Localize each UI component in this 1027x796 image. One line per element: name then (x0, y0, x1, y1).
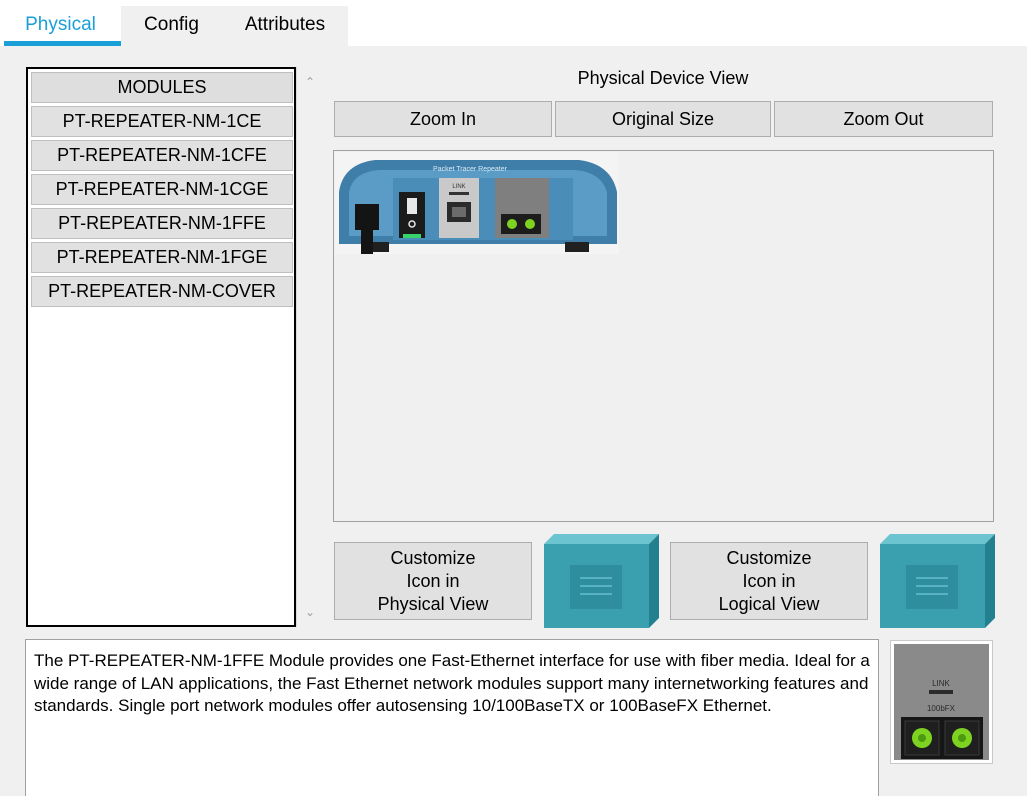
repeater-device-image[interactable]: Packet Tracer Repeater LINK (335, 152, 619, 254)
customize-logical-line3: Logical View (718, 594, 820, 614)
customize-physical-icon-button[interactable]: Customize Icon in Physical View (334, 542, 532, 620)
physical-device-view-area[interactable]: Packet Tracer Repeater LINK (333, 150, 994, 522)
tab-attributes[interactable]: Attributes (222, 6, 348, 46)
modules-scrollbar[interactable]: ⌃ ⌄ (296, 67, 322, 627)
module-item-1ffe[interactable]: PT-REPEATER-NM-1FFE (31, 208, 293, 239)
module-thumbnail: LINK 100bFX (890, 640, 993, 764)
scroll-up-icon[interactable]: ⌃ (297, 71, 323, 93)
customize-physical-line1: Customize (390, 548, 476, 568)
modules-list[interactable]: MODULES PT-REPEATER-NM-1CE PT-REPEATER-N… (26, 67, 296, 627)
modules-header: MODULES (31, 72, 293, 103)
device-brand-text: Packet Tracer Repeater (433, 166, 508, 173)
zoom-out-button[interactable]: Zoom Out (774, 101, 993, 137)
customize-logical-line1: Customize (726, 548, 812, 568)
scroll-down-icon[interactable]: ⌄ (297, 601, 323, 623)
thumb-port-text: 100bFX (927, 704, 956, 713)
module-item-1fge[interactable]: PT-REPEATER-NM-1FGE (31, 242, 293, 273)
zoom-in-button[interactable]: Zoom In (334, 101, 552, 137)
tab-config-label: Config (144, 14, 199, 35)
customize-logical-line2: Icon in (742, 571, 796, 591)
tab-attributes-label: Attributes (244, 14, 326, 35)
module-item-1ce[interactable]: PT-REPEATER-NM-1CE (31, 106, 293, 137)
module-thumbnail-icon: LINK 100bFX (894, 644, 989, 760)
repeater-device-icon: Packet Tracer Repeater LINK (339, 160, 617, 254)
module-item-cover[interactable]: PT-REPEATER-NM-COVER (31, 276, 293, 307)
tab-bar: Physical Config Attributes (0, 0, 1027, 46)
physical-view-cube-icon[interactable] (544, 534, 659, 628)
customize-physical-line3: Physical View (377, 594, 489, 614)
module-item-1cge[interactable]: PT-REPEATER-NM-1CGE (31, 174, 293, 205)
module-item-1cfe[interactable]: PT-REPEATER-NM-1CFE (31, 140, 293, 171)
physical-device-view-title: Physical Device View (577, 68, 749, 88)
tab-config[interactable]: Config (121, 6, 222, 46)
device-link-text: LINK (452, 184, 465, 190)
customize-logical-icon-button[interactable]: Customize Icon in Logical View (670, 542, 868, 620)
tab-physical[interactable]: Physical (0, 6, 121, 46)
thumb-link-text: LINK (932, 679, 950, 688)
original-size-button[interactable]: Original Size (555, 101, 771, 137)
module-description: The PT-REPEATER-NM-1FFE Module provides … (25, 639, 879, 796)
customize-physical-line2: Icon in (406, 571, 460, 591)
tab-physical-label: Physical (25, 14, 96, 35)
logical-view-cube-icon[interactable] (880, 534, 995, 628)
